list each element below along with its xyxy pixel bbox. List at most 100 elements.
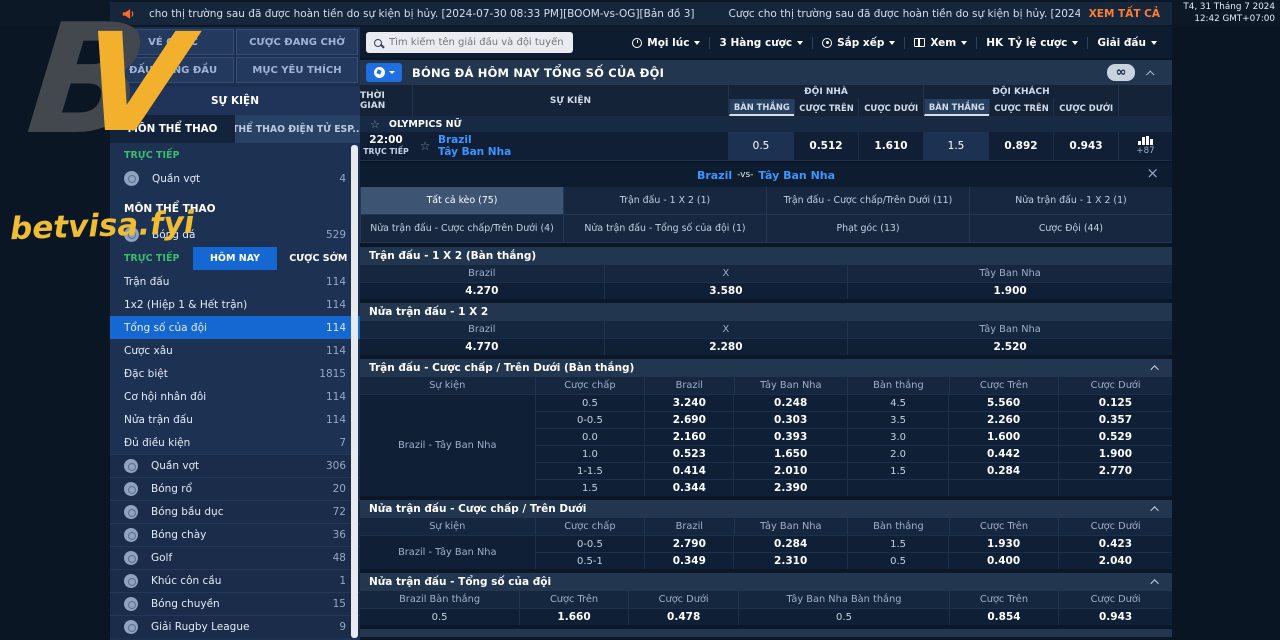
sidebar-scrollbar[interactable] xyxy=(351,145,358,638)
section-title-bar[interactable]: Trận đấu - Cược chấp / Trên Dưới (Bàn th… xyxy=(360,359,1172,377)
odds-format-filter[interactable]: HKTỷ lệ cược xyxy=(977,37,1087,49)
favorite-star[interactable]: ☆ xyxy=(412,132,438,160)
market-row[interactable]: Cược xâu114 xyxy=(110,339,360,362)
market-row[interactable]: Đủ điều kiện7 xyxy=(110,431,360,454)
section-title-bar[interactable]: Nửa trận đấu - Tổng số của đội xyxy=(360,573,1172,591)
home-team-link[interactable]: Brazil xyxy=(438,134,728,146)
sort-filter[interactable]: Sắp xếp xyxy=(813,37,904,49)
odds-cell[interactable]: 2.010 xyxy=(733,463,846,479)
search-bar[interactable] xyxy=(366,32,573,53)
sport-row[interactable]: Bóng rổ20 xyxy=(110,477,360,500)
odds-cell[interactable]: 0.854 xyxy=(949,609,1059,625)
odds-cell[interactable]: 0.303 xyxy=(733,412,846,428)
collapse-chevron-icon[interactable] xyxy=(1146,70,1154,78)
section-title-bar[interactable]: Nửa trận đấu - Cược chấp / Trên Dưới xyxy=(360,500,1172,518)
star-icon[interactable]: ☆ xyxy=(370,119,380,130)
time-filter[interactable]: Mọi lúc xyxy=(623,37,709,49)
market-tab[interactable]: Nửa trận đấu - Cược chấp/Trên Dưới (4) xyxy=(360,215,563,243)
goal-line-cell[interactable]: 0.5 xyxy=(728,132,793,160)
sport-row[interactable]: Bóng bầu dục72 xyxy=(110,500,360,523)
sport-row[interactable]: Quần vợt306 xyxy=(110,454,360,477)
close-icon[interactable]: × xyxy=(1146,166,1159,181)
odds-cell[interactable]: 1.930 xyxy=(948,536,1058,552)
sidebar-item-live-sport[interactable]: Quần vợt4 xyxy=(110,166,360,191)
odds-cell[interactable]: 1.900 xyxy=(847,283,1172,299)
market-tab[interactable]: Phạt góc (13) xyxy=(766,215,969,243)
odds-cell[interactable]: 3.580 xyxy=(604,283,848,299)
infinity-button[interactable]: ∞ xyxy=(1107,64,1135,81)
odds-cell[interactable]: 3.240 xyxy=(644,395,733,411)
odds-cell[interactable]: 0.423 xyxy=(1058,536,1172,552)
rows-filter[interactable]: 3 Hàng cược xyxy=(710,37,812,49)
section-title-bar[interactable]: Trận đấu - 1 X 2 (Bàn thắng) xyxy=(360,247,1172,265)
football-tab[interactable]: CƯỢC SỚM xyxy=(277,247,360,270)
odds-cell[interactable]: 4.770 xyxy=(360,339,604,355)
odds-cell[interactable]: 0.442 xyxy=(948,446,1058,462)
market-tab[interactable]: Nửa trận đấu - Tổng số của đội (1) xyxy=(563,215,766,243)
odds-cell[interactable]: 2.280 xyxy=(604,339,848,355)
market-row[interactable]: Tổng số của đội114 xyxy=(110,316,360,339)
away-team-link[interactable]: Tây Ban Nha xyxy=(438,146,728,158)
odds-cell[interactable]: 2.260 xyxy=(948,412,1058,428)
football-tab[interactable]: HÔM NAY xyxy=(193,247,276,270)
odds-cell[interactable]: 2.520 xyxy=(847,339,1172,355)
odds-cell[interactable]: 2.790 xyxy=(644,536,733,552)
market-tab[interactable]: Nửa trận đấu - 1 X 2 (1) xyxy=(969,187,1172,215)
odds-cell[interactable]: 0.284 xyxy=(733,536,846,552)
odds-cell[interactable]: 0.478 xyxy=(628,609,738,625)
market-row[interactable]: 1x2 (Hiệp 1 & Hết trận)114 xyxy=(110,293,360,316)
sport-row[interactable]: Bóng chuyền15 xyxy=(110,592,360,615)
odds-cell[interactable]: 1.650 xyxy=(733,446,846,462)
odds-cell[interactable]: 0.523 xyxy=(644,446,733,462)
odds-cell[interactable]: 1.900 xyxy=(1058,446,1172,462)
odds-cell[interactable]: 0.943 xyxy=(1058,609,1172,625)
sport-row[interactable]: Giải Rugby League9 xyxy=(110,615,360,638)
sport-row[interactable]: Bóng chày36 xyxy=(110,523,360,546)
football-tab[interactable]: TRỰC TIẾP xyxy=(110,247,193,270)
odds-cell[interactable]: 2.160 xyxy=(644,429,733,445)
market-row[interactable]: Nửa trận đấu114 xyxy=(110,408,360,431)
odds-cell[interactable]: 0.125 xyxy=(1058,395,1172,411)
sport-select-button[interactable] xyxy=(366,63,402,82)
market-row[interactable]: Cơ hội nhân đôi114 xyxy=(110,385,360,408)
odds-cell[interactable]: 0.349 xyxy=(644,553,733,569)
odds-cell[interactable]: 1.600 xyxy=(948,429,1058,445)
odds-cell[interactable]: 2.690 xyxy=(644,412,733,428)
goal-line-cell[interactable]: 1.5 xyxy=(923,132,988,160)
odds-cell[interactable]: 2.040 xyxy=(1058,553,1172,569)
sidebar-button[interactable]: MỤC YÊU THÍCH xyxy=(236,57,358,83)
market-tab[interactable]: Cược Đội (44) xyxy=(969,215,1172,243)
odds-cell[interactable]: 0.943 xyxy=(1053,132,1118,160)
market-tab[interactable]: Trận đấu - 1 X 2 (1) xyxy=(563,187,766,215)
market-tab[interactable]: Trận đấu - Cược chấp/Trên Dưới (11) xyxy=(766,187,969,215)
search-input[interactable] xyxy=(389,37,565,48)
odds-cell[interactable]: 2.390 xyxy=(733,480,846,496)
market-row[interactable]: Trận đấu114 xyxy=(110,270,360,293)
odds-cell[interactable]: 0.529 xyxy=(1058,429,1172,445)
odds-cell[interactable]: 0.344 xyxy=(644,480,733,496)
league-group-row[interactable]: ☆ OLYMPICS NỮ xyxy=(360,116,1172,132)
sport-row[interactable]: Golf48 xyxy=(110,546,360,569)
odds-cell[interactable]: 0.284 xyxy=(948,463,1058,479)
league-filter[interactable]: Giải đấu xyxy=(1088,37,1166,49)
odds-cell[interactable]: 1.610 xyxy=(858,132,923,160)
odds-cell[interactable]: 5.560 xyxy=(948,395,1058,411)
odds-cell[interactable]: 4.270 xyxy=(360,283,604,299)
more-markets-cell[interactable]: +87 xyxy=(1118,132,1172,160)
odds-cell[interactable]: 2.310 xyxy=(733,553,846,569)
odds-cell[interactable]: 0.357 xyxy=(1058,412,1172,428)
sidebar-tab[interactable]: THỂ THAO ĐIỆN TỬ ESP... xyxy=(235,115,360,143)
odds-cell[interactable]: 0.414 xyxy=(644,463,733,479)
odds-cell[interactable]: 0.892 xyxy=(988,132,1053,160)
odds-cell[interactable]: 1.660 xyxy=(519,609,628,625)
market-tab[interactable]: Tất cả kèo (75) xyxy=(360,187,563,215)
odds-cell[interactable]: 0.400 xyxy=(948,553,1058,569)
market-row[interactable]: Đặc biệt1815 xyxy=(110,362,360,385)
odds-cell[interactable]: 2.770 xyxy=(1058,463,1172,479)
sport-row[interactable]: Khúc côn cầu1 xyxy=(110,569,360,592)
notification-ticker[interactable]: cho thị trường sau đã được hoàn tiền do … xyxy=(110,2,1172,25)
section-title-bar[interactable]: Nửa trận đấu - 1 X 2 xyxy=(360,303,1172,321)
odds-cell[interactable]: 0.248 xyxy=(733,395,846,411)
odds-cell[interactable]: 0.512 xyxy=(793,132,858,160)
view-all-link[interactable]: XEM TẤT CẢ xyxy=(1089,8,1160,20)
